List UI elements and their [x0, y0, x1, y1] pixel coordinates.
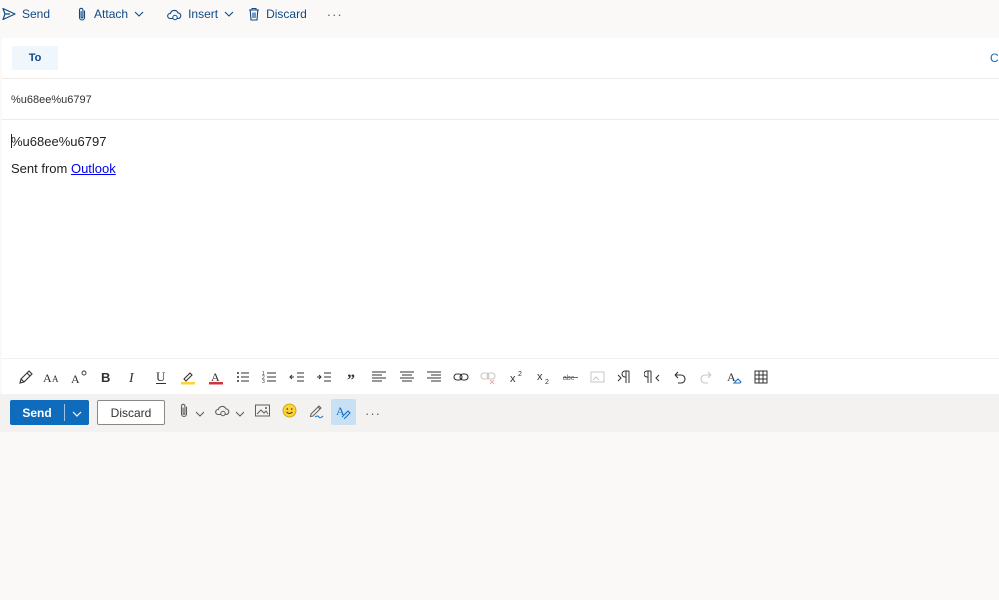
- discard-button[interactable]: Discard: [248, 1, 307, 27]
- svg-text:A: A: [71, 372, 80, 385]
- strikethrough-icon[interactable]: abc: [561, 367, 581, 387]
- send-options-button[interactable]: [65, 400, 89, 425]
- send-divider: [64, 404, 65, 421]
- subject-value: %u68ee%u6797: [11, 94, 92, 106]
- chevron-down-icon: [195, 404, 205, 422]
- cc-link[interactable]: C: [990, 51, 999, 65]
- compose-pane: To C %u68ee%u6797 %u68ee%u6797 Sent from…: [2, 38, 999, 394]
- attach-label: Attach: [94, 7, 129, 21]
- format-toolbar: AA A B I U A 123 ” x2 x 2 abc A: [2, 358, 999, 394]
- send-icon: [2, 7, 16, 21]
- italic-icon[interactable]: I: [123, 367, 143, 387]
- send-label: Send: [22, 7, 51, 21]
- body-text: %u68ee%u6797: [11, 134, 106, 149]
- outlook-link[interactable]: Outlook: [71, 161, 116, 176]
- numbering-icon[interactable]: 123: [260, 367, 280, 387]
- remove-link-icon[interactable]: [478, 367, 498, 387]
- align-right-icon[interactable]: [424, 367, 444, 387]
- action-bar: Send Discard A ···: [0, 394, 999, 432]
- decrease-indent-icon[interactable]: [287, 367, 307, 387]
- chevron-down-icon: [134, 11, 144, 17]
- svg-text:U: U: [156, 369, 166, 384]
- rtl-icon[interactable]: [642, 367, 662, 387]
- more-icon: ···: [365, 405, 381, 421]
- svg-text:A: A: [211, 370, 220, 384]
- discard-button-bottom[interactable]: Discard: [97, 400, 165, 425]
- send-split-button: Send: [10, 400, 89, 425]
- emoji-icon: [282, 403, 297, 423]
- emoji-button[interactable]: [282, 403, 297, 423]
- svg-text:abc: abc: [563, 375, 575, 382]
- redo-icon[interactable]: [697, 367, 717, 387]
- trash-icon: [248, 7, 260, 21]
- cloud-icon: [214, 404, 230, 422]
- paperclip-icon: [178, 403, 190, 424]
- grow-font-icon[interactable]: A: [69, 367, 89, 387]
- svg-text:3: 3: [262, 379, 265, 385]
- format-painter-icon[interactable]: [16, 367, 36, 387]
- insert-table-icon[interactable]: [751, 367, 771, 387]
- send-button[interactable]: Send: [2, 1, 50, 27]
- bullets-icon[interactable]: [233, 367, 253, 387]
- editor-icon: A: [335, 403, 351, 424]
- svg-text:2: 2: [545, 379, 549, 385]
- svg-text:”: ”: [347, 372, 355, 385]
- bold-icon[interactable]: B: [96, 367, 116, 387]
- insert-picture-button[interactable]: [255, 403, 270, 423]
- to-button[interactable]: To: [12, 46, 58, 70]
- paperclip-icon: [76, 7, 88, 22]
- more-actions-button[interactable]: ···: [365, 403, 381, 423]
- undo-icon[interactable]: [669, 367, 689, 387]
- signature-text: Sent from: [11, 161, 71, 176]
- quote-icon[interactable]: ”: [342, 367, 362, 387]
- more-options-button[interactable]: ···: [327, 1, 343, 27]
- highlight-icon[interactable]: [178, 367, 198, 387]
- subscript-icon[interactable]: x2: [534, 367, 554, 387]
- underline-icon[interactable]: U: [151, 367, 171, 387]
- chevron-down-icon: [72, 406, 82, 420]
- discard-label: Discard: [266, 7, 307, 21]
- insert-link-icon[interactable]: [451, 367, 471, 387]
- send-primary-button[interactable]: Send: [10, 400, 64, 425]
- subject-field[interactable]: %u68ee%u6797: [2, 79, 999, 120]
- more-icon: ···: [326, 6, 343, 22]
- align-left-icon[interactable]: [369, 367, 389, 387]
- attach-file-button[interactable]: [178, 403, 205, 423]
- svg-text:A: A: [43, 371, 52, 385]
- to-row: To C: [2, 38, 999, 79]
- chevron-down-icon: [224, 11, 234, 17]
- svg-text:I: I: [128, 371, 135, 385]
- increase-indent-icon[interactable]: [314, 367, 334, 387]
- svg-text:B: B: [101, 370, 110, 385]
- signature: Sent from Outlook: [11, 161, 116, 176]
- attach-button[interactable]: Attach: [76, 1, 144, 27]
- message-body[interactable]: %u68ee%u6797 Sent from Outlook: [2, 120, 999, 356]
- font-size-icon[interactable]: AA: [42, 367, 62, 387]
- font-color-icon[interactable]: A: [206, 367, 226, 387]
- insert-cloud-button[interactable]: [214, 403, 245, 423]
- pen-icon: [308, 403, 324, 424]
- superscript-icon[interactable]: x2: [507, 367, 527, 387]
- signature-button[interactable]: [308, 403, 324, 423]
- cloud-icon: [166, 8, 182, 21]
- insert-button[interactable]: Insert: [166, 1, 234, 27]
- ltr-icon[interactable]: [615, 367, 635, 387]
- insert-label: Insert: [188, 7, 219, 21]
- command-bar: Send Attach Insert Discard ···: [0, 0, 999, 28]
- chevron-down-icon: [235, 404, 245, 422]
- svg-text:x: x: [537, 371, 543, 383]
- editor-button[interactable]: A: [335, 403, 351, 423]
- align-center-icon[interactable]: [397, 367, 417, 387]
- clear-formatting-icon[interactable]: A: [724, 367, 744, 387]
- svg-text:x: x: [510, 373, 516, 385]
- image-icon: [255, 404, 270, 422]
- insert-picture-inline-icon[interactable]: [588, 367, 608, 387]
- svg-text:2: 2: [518, 371, 522, 378]
- body-text-value: %u68ee%u6797: [11, 134, 107, 149]
- svg-text:A: A: [52, 374, 59, 384]
